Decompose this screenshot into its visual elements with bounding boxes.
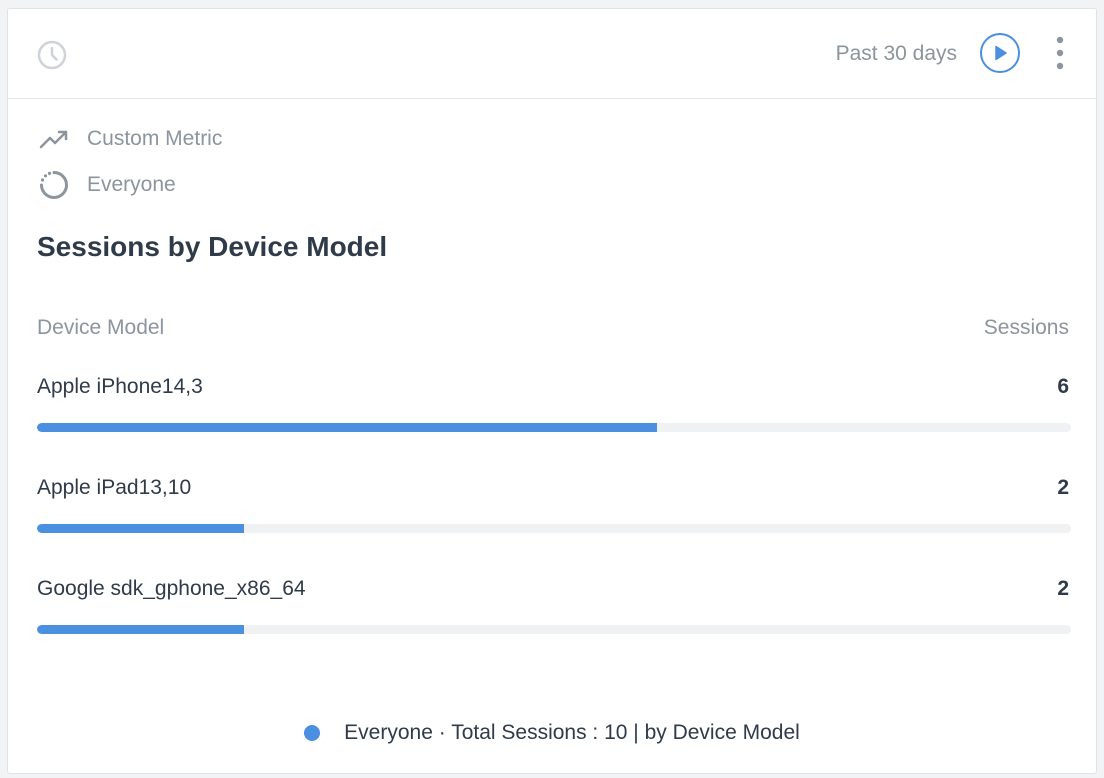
bar-label: Apple iPhone14,3 [37, 375, 203, 398]
chart-title: Sessions by Device Model [37, 231, 388, 262]
play-icon [995, 45, 1007, 61]
bar-label: Google sdk_gphone_x86_64 [37, 577, 306, 600]
trending-up-icon [38, 123, 70, 155]
metric-row: Custom Metric [38, 124, 222, 154]
bar[interactable] [37, 423, 658, 432]
column-header-device-model: Device Model [37, 316, 165, 339]
bar-track [37, 423, 1071, 432]
segment-circle-icon [38, 169, 70, 201]
bar-value: 2 [1057, 577, 1069, 600]
segment-row: Everyone [38, 170, 176, 200]
legend-separator: · [432, 721, 452, 744]
bar[interactable] [37, 625, 244, 634]
chart-card: Past 30 days Custom Metric Everyone Sess… [7, 8, 1097, 774]
bar-label: Apple iPad13,10 [37, 476, 192, 499]
column-header-sessions: Sessions [983, 316, 1069, 339]
date-range-label[interactable]: Past 30 days [836, 41, 957, 67]
card-header: Past 30 days [8, 9, 1096, 99]
more-vertical-icon [1056, 36, 1064, 70]
bar-track [37, 524, 1071, 533]
metric-label: Custom Metric [87, 127, 223, 150]
more-options-button[interactable] [1052, 35, 1068, 71]
legend-summary: Total Sessions : 10 | by Device Model [451, 721, 800, 744]
clock-icon [36, 39, 68, 71]
bar-value: 6 [1057, 375, 1069, 398]
segment-label: Everyone [87, 173, 176, 196]
bar[interactable] [37, 524, 244, 533]
bar-value: 2 [1057, 476, 1069, 499]
play-button[interactable] [980, 33, 1020, 73]
legend-segment: Everyone [344, 721, 433, 744]
legend-dot [304, 725, 321, 741]
bar-track [37, 625, 1071, 634]
legend: Everyone · Total Sessions : 10 | by Devi… [8, 721, 1096, 745]
